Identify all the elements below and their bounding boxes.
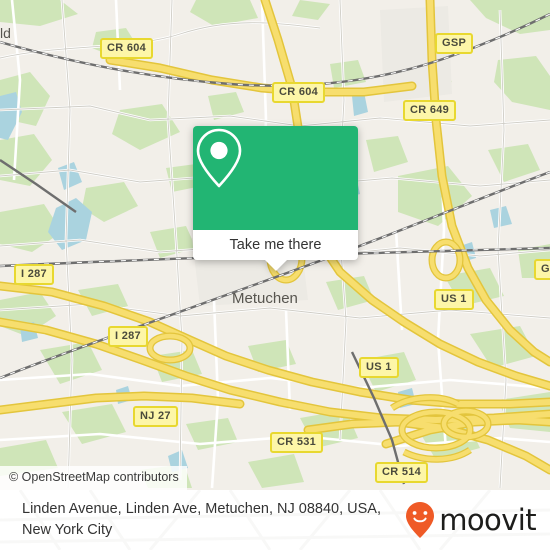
take-me-there-callout[interactable]: Take me there [193, 126, 358, 271]
shield[interactable]: I 287 [108, 326, 148, 347]
moovit-pin-icon [406, 502, 435, 538]
shield[interactable]: CR 649 [403, 100, 457, 121]
city-label-metuchen: Metuchen [232, 290, 298, 307]
shield[interactable]: GS [534, 259, 550, 280]
map-attribution[interactable]: © OpenStreetMap contributors [0, 466, 187, 490]
shield[interactable]: CR 604 [272, 82, 326, 103]
callout-action-label[interactable]: Take me there [193, 230, 358, 260]
shield[interactable]: CR 531 [270, 432, 324, 453]
city-label-partial: ld [0, 25, 11, 41]
shield[interactable]: I 287 [14, 264, 54, 285]
callout-icon-area [193, 126, 358, 230]
shield[interactable]: GSP [435, 33, 474, 54]
shield[interactable]: US 1 [359, 357, 399, 378]
moovit-logo[interactable]: moovit [405, 501, 537, 539]
shield[interactable]: NJ 27 [133, 406, 178, 427]
shield[interactable]: CR 604 [100, 38, 154, 59]
callout-pointer [264, 260, 287, 271]
shield[interactable]: CR 514 [375, 462, 429, 483]
shield[interactable]: US 1 [434, 289, 474, 310]
location-address: Linden Avenue, Linden Ave, Metuchen, NJ … [22, 501, 382, 538]
footer-bar: Linden Avenue, Linden Ave, Metuchen, NJ … [0, 490, 550, 550]
map-canvas[interactable]: CR 604 GSP CR 604 CR 649 I 287 GS US 1 I… [0, 0, 550, 490]
map-pin-icon [196, 128, 242, 188]
screenshot-root: CR 604 GSP CR 604 CR 649 I 287 GS US 1 I… [0, 0, 550, 550]
moovit-wordmark: moovit [439, 502, 536, 537]
